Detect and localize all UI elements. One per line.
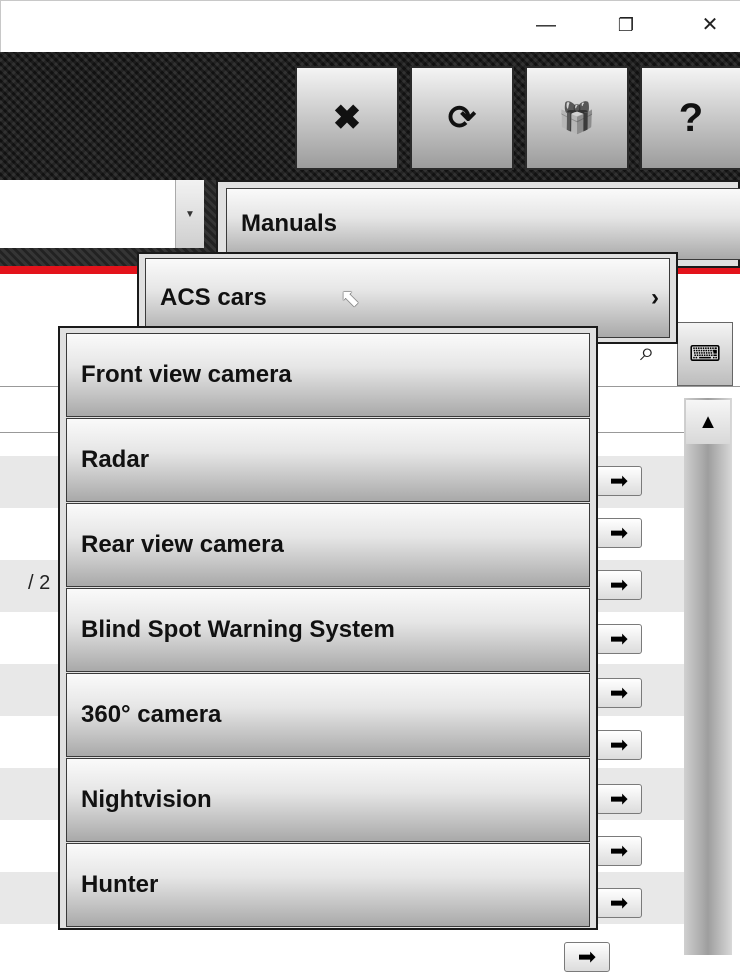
scrollbar-track[interactable] (684, 398, 732, 955)
menu-item-rear-view-camera[interactable]: Rear view camera (66, 503, 590, 587)
vehicle-select[interactable] (0, 180, 175, 248)
menu-item-label: Front view camera (81, 361, 292, 388)
row-go-button[interactable]: ➡ (596, 624, 642, 654)
minimize-button[interactable]: — (528, 10, 564, 40)
triangle-up-icon: ▲ (698, 410, 718, 433)
menu-item-radar[interactable]: Radar (66, 418, 590, 502)
arrow-right-icon: ➡ (609, 680, 629, 705)
arrow-right-icon: ➡ (609, 890, 629, 915)
menu-item-label: Blind Spot Warning System (81, 616, 395, 643)
gift-button[interactable]: 🎁 (525, 66, 629, 170)
chevron-right-icon: › (651, 284, 659, 311)
arrow-right-icon: ➡ (577, 944, 597, 969)
row-go-button[interactable]: ➡ (596, 730, 642, 760)
menu-item-label: Nightvision (81, 786, 212, 813)
menu-item-hunter[interactable]: Hunter (66, 843, 590, 927)
row-go-button[interactable]: ➡ (596, 836, 642, 866)
arrow-right-icon: ➡ (609, 468, 629, 493)
tools-icon: ✖ (332, 99, 362, 137)
menu-item-nightvision[interactable]: Nightvision (66, 758, 590, 842)
row-go-button[interactable]: ➡ (596, 678, 642, 708)
arrow-right-icon: ➡ (609, 626, 629, 651)
help-icon: ? (678, 95, 704, 140)
help-button[interactable]: ? (640, 66, 740, 170)
arrow-right-icon: ➡ (609, 572, 629, 597)
keyboard-button[interactable]: ⌨ (677, 322, 733, 386)
menu-item-manuals[interactable]: Manuals › (226, 188, 740, 260)
row-go-button[interactable]: ➡ (564, 942, 610, 972)
chevron-down-icon[interactable]: ▼ (175, 180, 204, 248)
row-go-button[interactable]: ➡ (596, 570, 642, 600)
sync-icon: ⟳ (447, 99, 477, 137)
maximize-button[interactable]: ❐ (608, 10, 644, 40)
menu-item-360-camera[interactable]: 360° camera (66, 673, 590, 757)
menu-item-label: Manuals (241, 210, 338, 237)
menu-item-label: 360° camera (81, 701, 222, 728)
gift-icon: 🎁 (558, 101, 596, 135)
sync-button[interactable]: ⟳ (410, 66, 514, 170)
row-go-button[interactable]: ➡ (596, 888, 642, 918)
close-button[interactable]: ✕ (692, 10, 728, 40)
menu-item-label: Radar (81, 446, 150, 473)
arrow-right-icon: ➡ (609, 786, 629, 811)
mouse-cursor-icon: ⬉ (340, 285, 361, 312)
tools-button[interactable]: ✖ (295, 66, 399, 170)
menu-item-label: Rear view camera (81, 531, 284, 558)
menu-item-label: Hunter (81, 871, 159, 898)
row-go-button[interactable]: ➡ (596, 466, 642, 496)
menu-item-front-view-camera[interactable]: Front view camera (66, 333, 590, 417)
menu-acs-submenu: Front view camera Radar Rear view camera… (58, 326, 598, 930)
arrow-right-icon: ➡ (609, 732, 629, 757)
keyboard-icon: ⌨ (689, 341, 721, 366)
menu-item-blind-spot-warning[interactable]: Blind Spot Warning System (66, 588, 590, 672)
menu-item-label: ACS cars (160, 284, 267, 311)
arrow-right-icon: ➡ (609, 520, 629, 545)
scroll-up-button[interactable]: ▲ (686, 400, 730, 444)
row-text-partial: / 2 (28, 572, 51, 594)
row-go-button[interactable]: ➡ (596, 518, 642, 548)
row-go-button[interactable]: ➡ (596, 784, 642, 814)
arrow-right-icon: ➡ (609, 838, 629, 863)
